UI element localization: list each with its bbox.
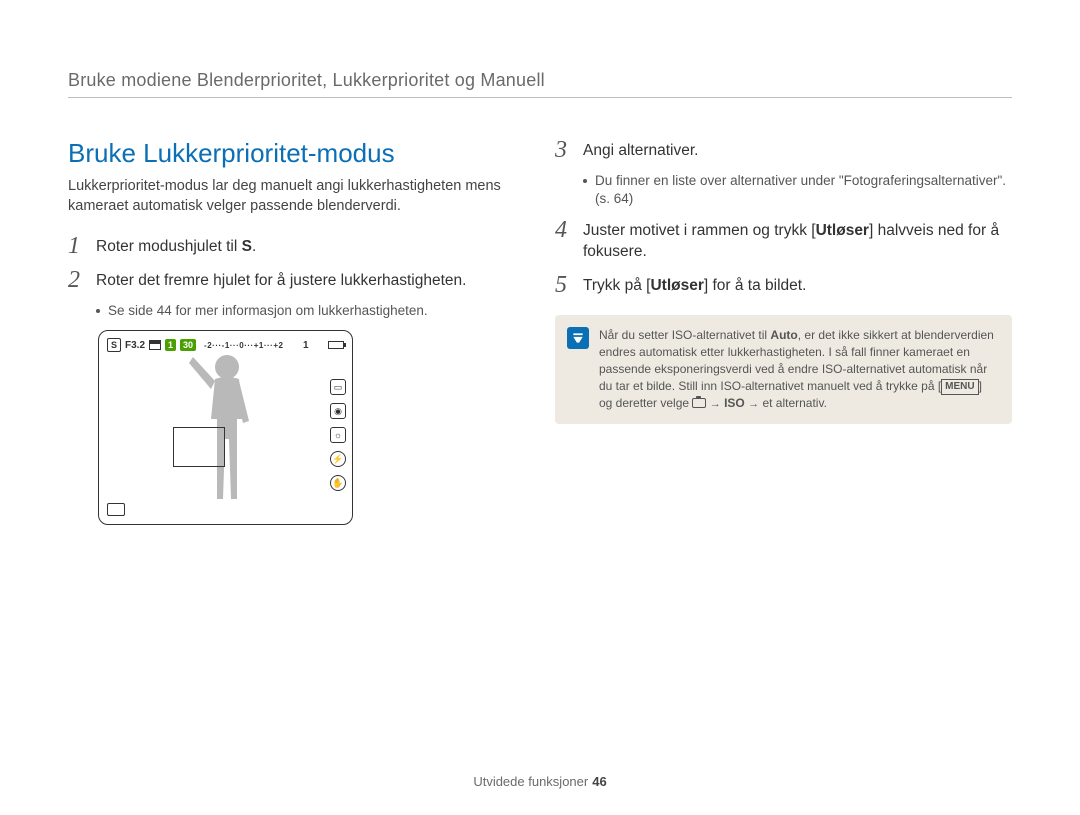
menu-button-label: MENU — [941, 379, 978, 395]
right-column: 3 Angi alternativer. Du finner en liste … — [555, 138, 1012, 525]
camera-lcd-preview: S F3.2 1 30 -2···-1···0···+1···+2 1 — [98, 330, 353, 525]
step-number: 3 — [555, 138, 573, 162]
left-column: Bruke Lukkerprioritet-modus Lukkerpriori… — [68, 138, 525, 525]
section-title: Bruke Lukkerprioritet-modus — [68, 138, 525, 169]
af-area-icon — [107, 503, 125, 516]
drive-mode-icon: ▭ — [330, 379, 346, 395]
stabilizer-icon: ✋ — [330, 475, 346, 491]
focus-frame — [173, 427, 225, 467]
mode-dial-s: S — [242, 238, 252, 255]
note-text: Når du setter ISO-alternativet til Auto,… — [599, 327, 998, 412]
step-2: 2 Roter det fremre hjulet for å justere … — [68, 268, 525, 292]
section-intro: Lukkerprioritet-modus lar deg manuelt an… — [68, 177, 525, 216]
header-rule — [68, 97, 1012, 98]
two-column-layout: Bruke Lukkerprioritet-modus Lukkerpriori… — [68, 138, 1012, 525]
histogram-icon — [149, 340, 161, 350]
info-note: Når du setter ISO-alternativet til Auto,… — [555, 315, 1012, 424]
shutter-button-label: Utløser — [650, 277, 703, 294]
arrow-icon: → — [710, 398, 721, 410]
step-number: 5 — [555, 273, 573, 297]
flash-icon: ⚡ — [330, 451, 346, 467]
note-icon — [567, 327, 589, 349]
aperture-value: F3.2 — [125, 340, 145, 351]
step-1: 1 Roter modushjulet til S. — [68, 234, 525, 258]
shutter-button-label: Utløser — [816, 222, 869, 239]
lcd-side-icons: ▭ ◉ ☼ ⚡ ✋ — [330, 379, 346, 491]
step-3: 3 Angi alternativer. — [555, 138, 1012, 162]
step-text: Angi alternativer. — [583, 138, 698, 162]
step-number: 2 — [68, 268, 86, 292]
camera-icon — [692, 398, 706, 408]
page-number: 46 — [592, 774, 606, 789]
step-text: Roter det fremre hjulet for å justere lu… — [96, 268, 466, 292]
step-number: 4 — [555, 218, 573, 263]
running-head: Bruke modiene Blenderprioritet, Lukkerpr… — [68, 70, 1012, 91]
wb-icon: ☼ — [330, 427, 346, 443]
footer-section: Utvidede funksjoner — [473, 774, 588, 789]
shots-remaining: 1 — [303, 340, 309, 351]
step-4: 4 Juster motivet i rammen og trykk [Utlø… — [555, 218, 1012, 263]
arrow-icon: → — [748, 398, 759, 410]
step-text: Juster motivet i rammen og trykk [Utløse… — [583, 218, 1012, 263]
step-text: Roter modushjulet til S. — [96, 234, 256, 258]
step-text: Trykk på [Utløser] for å ta bildet. — [583, 273, 806, 297]
step-5: 5 Trykk på [Utløser] for å ta bildet. — [555, 273, 1012, 297]
battery-icon — [328, 341, 344, 349]
step-2-note: Se side 44 for mer informasjon om lukker… — [96, 302, 525, 320]
shutter-badge: 1 — [165, 339, 176, 351]
bullet-dot — [583, 179, 587, 183]
mode-indicator-icon: S — [107, 338, 121, 352]
bullet-dot — [96, 309, 100, 313]
page-footer: Utvidede funksjoner 46 — [0, 774, 1080, 789]
step-3-note: Du finner en liste over alternativer und… — [583, 172, 1012, 208]
step-number: 1 — [68, 234, 86, 258]
metering-icon: ◉ — [330, 403, 346, 419]
manual-page: Bruke modiene Blenderprioritet, Lukkerpr… — [0, 0, 1080, 815]
